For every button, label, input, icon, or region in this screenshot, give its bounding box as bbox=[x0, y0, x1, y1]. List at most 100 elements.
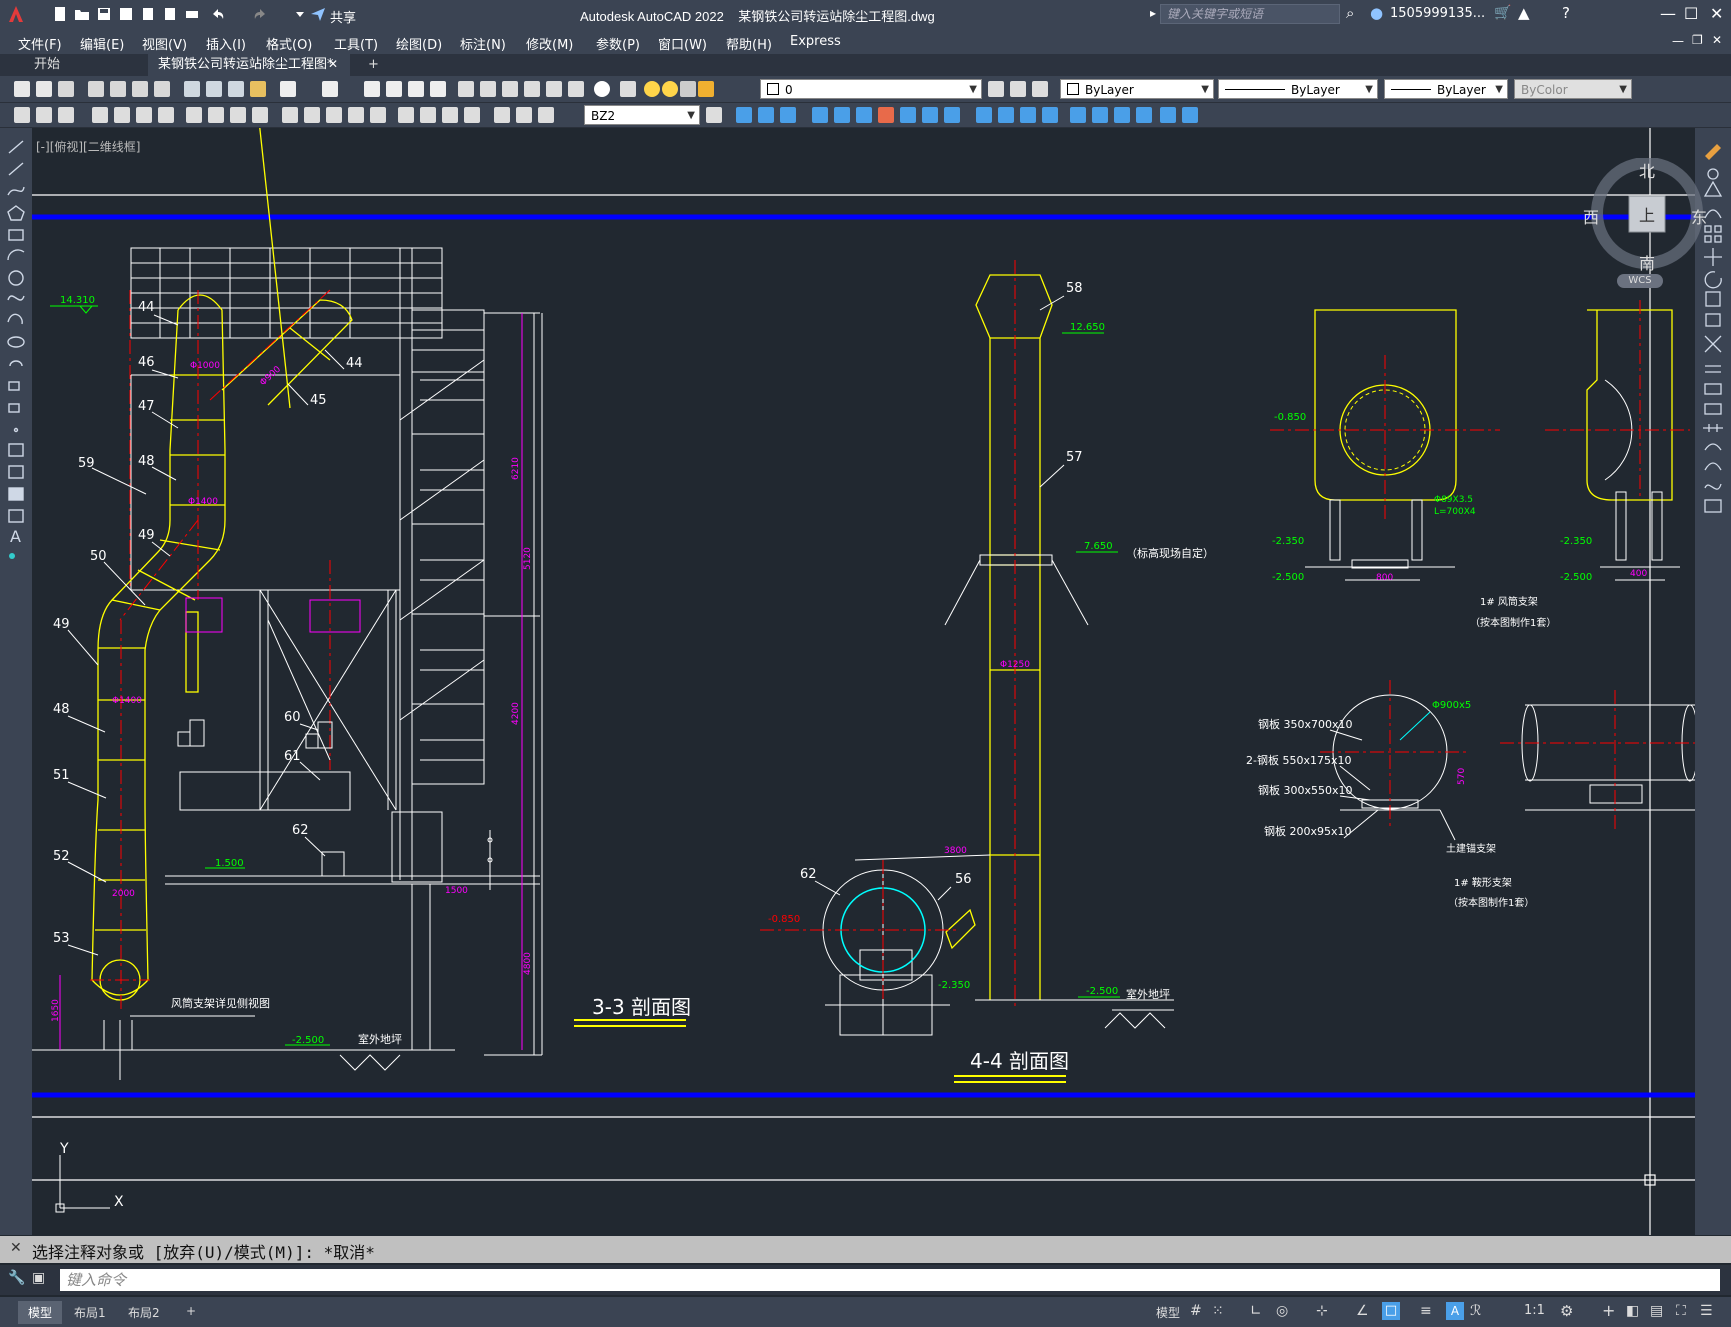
modify-tool-icon[interactable] bbox=[944, 107, 960, 123]
dim-edit-icon[interactable] bbox=[494, 107, 510, 123]
lineweight-icon[interactable]: ≡ bbox=[1420, 1303, 1432, 1319]
viewport-controls[interactable]: [-][俯视][二维线框] bbox=[36, 138, 140, 155]
properties-icon[interactable] bbox=[458, 81, 474, 97]
help-icon[interactable]: ? bbox=[1562, 4, 1570, 22]
layer-properties-icon[interactable] bbox=[620, 81, 636, 97]
add-layout-icon[interactable]: + bbox=[176, 1301, 206, 1321]
save-icon[interactable] bbox=[96, 6, 112, 22]
save-as-icon[interactable] bbox=[118, 6, 134, 22]
modify-tool-icon[interactable] bbox=[1070, 107, 1086, 123]
drawing-canvas[interactable]: Φ1000 Φ1400 Φ1400 2000 Φ900 6210 5120 42… bbox=[32, 128, 1707, 1235]
tab-close-icon[interactable]: ✕ bbox=[328, 54, 338, 75]
jogged-linear-icon[interactable] bbox=[464, 107, 480, 123]
open-file-icon[interactable] bbox=[74, 6, 90, 22]
menu-help[interactable]: 帮助(H) bbox=[726, 34, 772, 53]
menu-format[interactable]: 格式(O) bbox=[266, 34, 312, 53]
3d-print-icon[interactable] bbox=[154, 81, 170, 97]
menu-dimension[interactable]: 标注(N) bbox=[460, 34, 506, 53]
menu-insert[interactable]: 插入(I) bbox=[206, 34, 246, 53]
ordinate-dim-icon[interactable] bbox=[158, 107, 174, 123]
doc-close-icon[interactable]: ✕ bbox=[1712, 33, 1722, 47]
model-space-toggle[interactable]: 模型 bbox=[1146, 1301, 1190, 1324]
annotation-autoscale-icon[interactable]: ℛ bbox=[1470, 1303, 1481, 1319]
sun-icon[interactable] bbox=[662, 81, 678, 97]
paste-icon[interactable] bbox=[228, 81, 244, 97]
doc-minimize-icon[interactable]: — bbox=[1672, 34, 1684, 48]
dim-break-icon[interactable] bbox=[370, 107, 386, 123]
plot-icon[interactable] bbox=[184, 6, 200, 22]
modify-tool-icon[interactable] bbox=[976, 107, 992, 123]
redo-icon[interactable] bbox=[252, 6, 268, 22]
center-mark-icon[interactable] bbox=[420, 107, 436, 123]
modify-tool-icon[interactable] bbox=[758, 107, 774, 123]
tab-drawing[interactable]: 某钢铁公司转运站除尘工程图* ✕ bbox=[148, 54, 350, 76]
layer-dropdown[interactable]: 0 ▼ bbox=[760, 79, 982, 99]
osnap-icon[interactable]: □ bbox=[1382, 1302, 1400, 1320]
customization-icon[interactable]: ☰ bbox=[1700, 1303, 1713, 1319]
zoom-window-icon[interactable] bbox=[408, 81, 424, 97]
user-name[interactable]: 1505999135... bbox=[1390, 6, 1485, 21]
undo-tb-icon[interactable] bbox=[280, 81, 296, 97]
menu-express[interactable]: Express bbox=[790, 34, 841, 49]
radius-dim-icon[interactable] bbox=[186, 107, 202, 123]
zoom-previous-icon[interactable] bbox=[430, 81, 446, 97]
menu-draw[interactable]: 绘图(D) bbox=[396, 34, 442, 53]
plus-icon[interactable]: + bbox=[1602, 1301, 1615, 1320]
menu-tools[interactable]: 工具(T) bbox=[334, 34, 378, 53]
dim-tool-icon[interactable] bbox=[14, 107, 30, 123]
lock-icon[interactable] bbox=[698, 81, 714, 97]
cart-icon[interactable]: 🛒 bbox=[1494, 5, 1511, 21]
modify-tool-icon[interactable] bbox=[1160, 107, 1176, 123]
modify-tool-icon[interactable] bbox=[900, 107, 916, 123]
match-prop-icon[interactable] bbox=[250, 81, 266, 97]
annotation-scale[interactable]: 1:1 bbox=[1524, 1303, 1545, 1318]
dimstyle-manager-icon[interactable] bbox=[706, 107, 722, 123]
close-icon[interactable]: ✕ bbox=[10, 1240, 22, 1256]
quick-dim-icon[interactable] bbox=[282, 107, 298, 123]
layer-previous-icon[interactable] bbox=[1010, 81, 1026, 97]
bulb-icon[interactable] bbox=[644, 81, 660, 97]
modify-tool-icon[interactable] bbox=[736, 107, 752, 123]
plot-tb-icon[interactable] bbox=[88, 81, 104, 97]
tab-add-button[interactable]: + bbox=[358, 54, 389, 76]
viewcube-south[interactable]: 南 bbox=[1639, 250, 1655, 274]
viewcube-east[interactable]: 东 bbox=[1691, 204, 1707, 228]
tab-layout1[interactable]: 布局1 bbox=[64, 1301, 116, 1324]
modify-tool-icon[interactable] bbox=[1182, 107, 1198, 123]
workspace-gear-icon[interactable]: ⚙ bbox=[1560, 1302, 1573, 1320]
dim-tool-icon[interactable] bbox=[36, 107, 52, 123]
search-input[interactable]: 键入关键字或短语 bbox=[1160, 4, 1340, 24]
share-icon[interactable] bbox=[310, 6, 326, 22]
menu-window[interactable]: 窗口(W) bbox=[658, 34, 707, 53]
wcs-menu[interactable]: WCS bbox=[1617, 274, 1663, 288]
redo-tb-icon[interactable] bbox=[322, 81, 338, 97]
arc-length-icon[interactable] bbox=[136, 107, 152, 123]
baseline-dim-icon[interactable] bbox=[304, 107, 320, 123]
modify-tool-icon[interactable] bbox=[922, 107, 938, 123]
viewcube-north[interactable]: 北 bbox=[1639, 158, 1655, 182]
search-icon[interactable]: ⌕ bbox=[1346, 4, 1354, 22]
annotation-visibility-icon[interactable]: A bbox=[1446, 1302, 1464, 1320]
save-tb-icon[interactable] bbox=[58, 81, 74, 97]
make-current-icon[interactable] bbox=[988, 81, 1004, 97]
minimize-icon[interactable]: — bbox=[1660, 4, 1676, 23]
save-web-icon[interactable] bbox=[162, 6, 178, 22]
dim-text-edit-icon[interactable] bbox=[516, 107, 532, 123]
modify-tool-icon[interactable] bbox=[1020, 107, 1036, 123]
menu-parametric[interactable]: 参数(P) bbox=[596, 34, 640, 53]
copy-icon[interactable] bbox=[206, 81, 222, 97]
menu-edit[interactable]: 编辑(E) bbox=[80, 34, 124, 53]
linear-dim-icon[interactable] bbox=[92, 107, 108, 123]
close-icon[interactable]: ✕ bbox=[1710, 4, 1723, 23]
isometric-icon[interactable]: ⊹ bbox=[1316, 1303, 1328, 1319]
tool-palettes-icon[interactable] bbox=[502, 81, 518, 97]
viewcube-top-face[interactable]: 上 bbox=[1639, 202, 1655, 226]
markup-icon[interactable] bbox=[546, 81, 562, 97]
dim-space-icon[interactable] bbox=[348, 107, 364, 123]
doc-restore-icon[interactable]: ❐ bbox=[1692, 33, 1703, 47]
new-file-icon[interactable] bbox=[52, 6, 68, 22]
aligned-dim-icon[interactable] bbox=[114, 107, 130, 123]
menu-modify[interactable]: 修改(M) bbox=[526, 34, 573, 53]
recent-commands-icon[interactable]: ▣ bbox=[32, 1270, 45, 1286]
modify-tool-icon[interactable] bbox=[834, 107, 850, 123]
